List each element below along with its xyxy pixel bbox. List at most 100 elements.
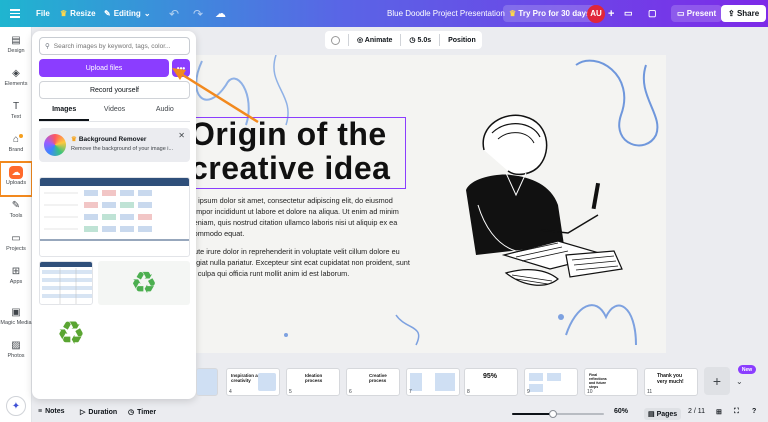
add-page-button[interactable]: + bbox=[704, 367, 730, 395]
rail-label: Text bbox=[10, 114, 22, 120]
upload-files-button[interactable]: Upload files bbox=[39, 59, 169, 77]
position-button[interactable]: Position bbox=[448, 37, 476, 44]
magic-media-icon: ▣ bbox=[11, 307, 21, 318]
page-thumb[interactable]: 95% 8 bbox=[464, 368, 518, 396]
cloud-save-icon[interactable]: ☁ bbox=[215, 0, 226, 27]
page-thumb[interactable] bbox=[196, 368, 218, 396]
more-options-button[interactable]: ••• bbox=[172, 59, 190, 77]
rail-item-design[interactable]: ▤ Design bbox=[0, 35, 32, 54]
crown-icon: ♛ bbox=[509, 9, 517, 18]
page-thumb-title: Ideation process bbox=[305, 373, 323, 383]
editing-label: Editing bbox=[113, 9, 141, 18]
search-field[interactable]: ⚲ bbox=[39, 37, 190, 55]
menu-icon[interactable] bbox=[10, 0, 22, 27]
page-thumb-number: 8 bbox=[467, 389, 470, 395]
page-thumb-title: 95% bbox=[483, 373, 498, 380]
page-thumb[interactable]: Thank you very much! 11 bbox=[644, 368, 698, 396]
slide-canvas[interactable]: Origin of the creative idea m ipsum dolo… bbox=[166, 55, 666, 353]
resize-button[interactable]: ♛ Resize bbox=[60, 0, 96, 27]
present-label: Present bbox=[686, 9, 717, 18]
page-thumb[interactable]: 7 bbox=[406, 368, 460, 396]
slide-body-text[interactable]: m ipsum dolor sit amet, consectetur adip… bbox=[190, 195, 412, 286]
thumb-image bbox=[258, 373, 276, 391]
close-icon[interactable]: ✕ bbox=[178, 131, 185, 140]
tab-images[interactable]: Images bbox=[39, 106, 90, 121]
page-thumb[interactable]: 9 bbox=[524, 368, 578, 396]
rail-item-text[interactable]: T Text bbox=[0, 101, 32, 120]
animate-button[interactable]: ◎ Animate bbox=[357, 36, 392, 44]
notes-button[interactable]: ≡ Notes bbox=[38, 408, 65, 415]
page-count[interactable]: 2 / 11 bbox=[688, 408, 705, 415]
grid-view-icon[interactable]: ⊞ bbox=[716, 408, 722, 416]
page-thumb[interactable]: Ideation process 5 bbox=[286, 368, 340, 396]
redo-icon[interactable]: ↷ bbox=[193, 0, 203, 27]
magic-sparkle-button[interactable]: ✦ bbox=[6, 396, 26, 416]
try-pro-label: Try Pro for 30 days bbox=[518, 9, 591, 18]
share-label: Share bbox=[736, 9, 760, 18]
new-badge: New bbox=[738, 365, 756, 374]
timer-button[interactable]: ◷ Timer bbox=[128, 408, 157, 417]
tab-audio[interactable]: Audio bbox=[140, 106, 190, 121]
duration-button[interactable]: ▷ Duration bbox=[80, 408, 117, 417]
rail-label: Tools bbox=[9, 213, 23, 219]
rail-item-apps[interactable]: ⊞ Apps bbox=[0, 266, 32, 285]
share-button[interactable]: ⇪ Share bbox=[721, 0, 767, 27]
uploaded-image-table[interactable] bbox=[39, 177, 190, 257]
uploaded-image-list[interactable] bbox=[39, 261, 93, 305]
color-swatch-icon[interactable] bbox=[331, 35, 340, 45]
chevron-down-icon[interactable]: ⌄ bbox=[736, 377, 743, 386]
zoom-slider-knob[interactable] bbox=[549, 410, 558, 418]
rail-item-brand[interactable]: ⌂ Brand bbox=[0, 134, 32, 153]
record-yourself-button[interactable]: Record yourself bbox=[39, 81, 190, 99]
rail-item-elements[interactable]: ◈ Elements bbox=[0, 68, 32, 87]
resize-label: Resize bbox=[70, 9, 96, 18]
thumb-image bbox=[435, 373, 455, 391]
crown-icon: ♛ bbox=[60, 9, 68, 18]
rail-item-magic-media[interactable]: ▣ Magic Media bbox=[0, 307, 32, 326]
apps-icon: ⊞ bbox=[11, 266, 21, 277]
fullscreen-icon[interactable]: ⛶ bbox=[734, 408, 739, 416]
analytics-icon[interactable]: ▭ bbox=[624, 0, 633, 27]
duration-button[interactable]: ◷ 5.0s bbox=[409, 36, 431, 44]
rail-item-projects[interactable]: ▭ Projects bbox=[0, 233, 32, 252]
avatar-initials: AU bbox=[587, 4, 605, 23]
add-collaborator-icon[interactable]: + bbox=[608, 0, 614, 27]
zoom-slider-fill bbox=[512, 413, 554, 415]
file-menu[interactable]: File bbox=[36, 0, 50, 27]
rail-item-uploads[interactable]: ☁ Uploads bbox=[0, 161, 33, 197]
help-icon[interactable]: ? bbox=[752, 408, 756, 415]
design-icon: ▤ bbox=[11, 35, 21, 46]
footer-bar: ≡ Notes ▷ Duration ◷ Timer 60% ▤ Pages 2 / … bbox=[32, 405, 768, 422]
zoom-level[interactable]: 60% bbox=[614, 408, 628, 415]
photos-icon: ▨ bbox=[11, 340, 21, 351]
rail-label: Brand bbox=[8, 147, 24, 153]
page-thumb[interactable]: Inspiration and creativity 4 bbox=[226, 368, 280, 396]
comment-icon[interactable]: ▢ bbox=[648, 0, 657, 27]
toolbar-divider bbox=[439, 34, 441, 46]
try-pro-button[interactable]: ♛ Try Pro for 30 days bbox=[503, 0, 597, 27]
timer-label: Timer bbox=[137, 408, 157, 416]
page-thumb[interactable]: Final reflections and future steps 10 bbox=[584, 368, 638, 396]
file-label: File bbox=[36, 9, 50, 18]
element-toolbar: ◎ Animate ◷ 5.0s Position bbox=[325, 31, 482, 49]
avatar[interactable]: AU bbox=[587, 0, 605, 27]
pages-label: Pages bbox=[656, 411, 678, 418]
thumb-image bbox=[547, 373, 561, 381]
zoom-slider[interactable] bbox=[512, 410, 604, 418]
undo-icon[interactable]: ↶ bbox=[169, 0, 179, 27]
present-button[interactable]: ▭ Present bbox=[671, 0, 723, 27]
uploaded-image-recycle-3d[interactable]: ♻ bbox=[39, 309, 103, 357]
rail-item-photos[interactable]: ▨ Photos bbox=[0, 340, 32, 359]
editing-dropdown[interactable]: ✎ Editing ⌄ bbox=[104, 0, 151, 27]
search-input[interactable] bbox=[53, 42, 184, 50]
selection-box[interactable] bbox=[184, 117, 406, 189]
tab-videos[interactable]: Videos bbox=[89, 106, 139, 121]
chevron-down-icon: ⌄ bbox=[143, 9, 151, 18]
document-title[interactable]: Blue Doodle Project Presentation bbox=[387, 0, 505, 27]
rail-item-tools[interactable]: ✎ Tools bbox=[0, 200, 32, 219]
elements-icon: ◈ bbox=[12, 68, 20, 79]
background-remover-card[interactable]: ♛ Background Remover Remove the backgroun… bbox=[39, 128, 190, 162]
uploaded-image-recycle-green[interactable]: ♻ bbox=[98, 261, 190, 305]
page-thumb[interactable]: Creative process 6 bbox=[346, 368, 400, 396]
pages-button[interactable]: ▤ Pages bbox=[644, 408, 682, 420]
